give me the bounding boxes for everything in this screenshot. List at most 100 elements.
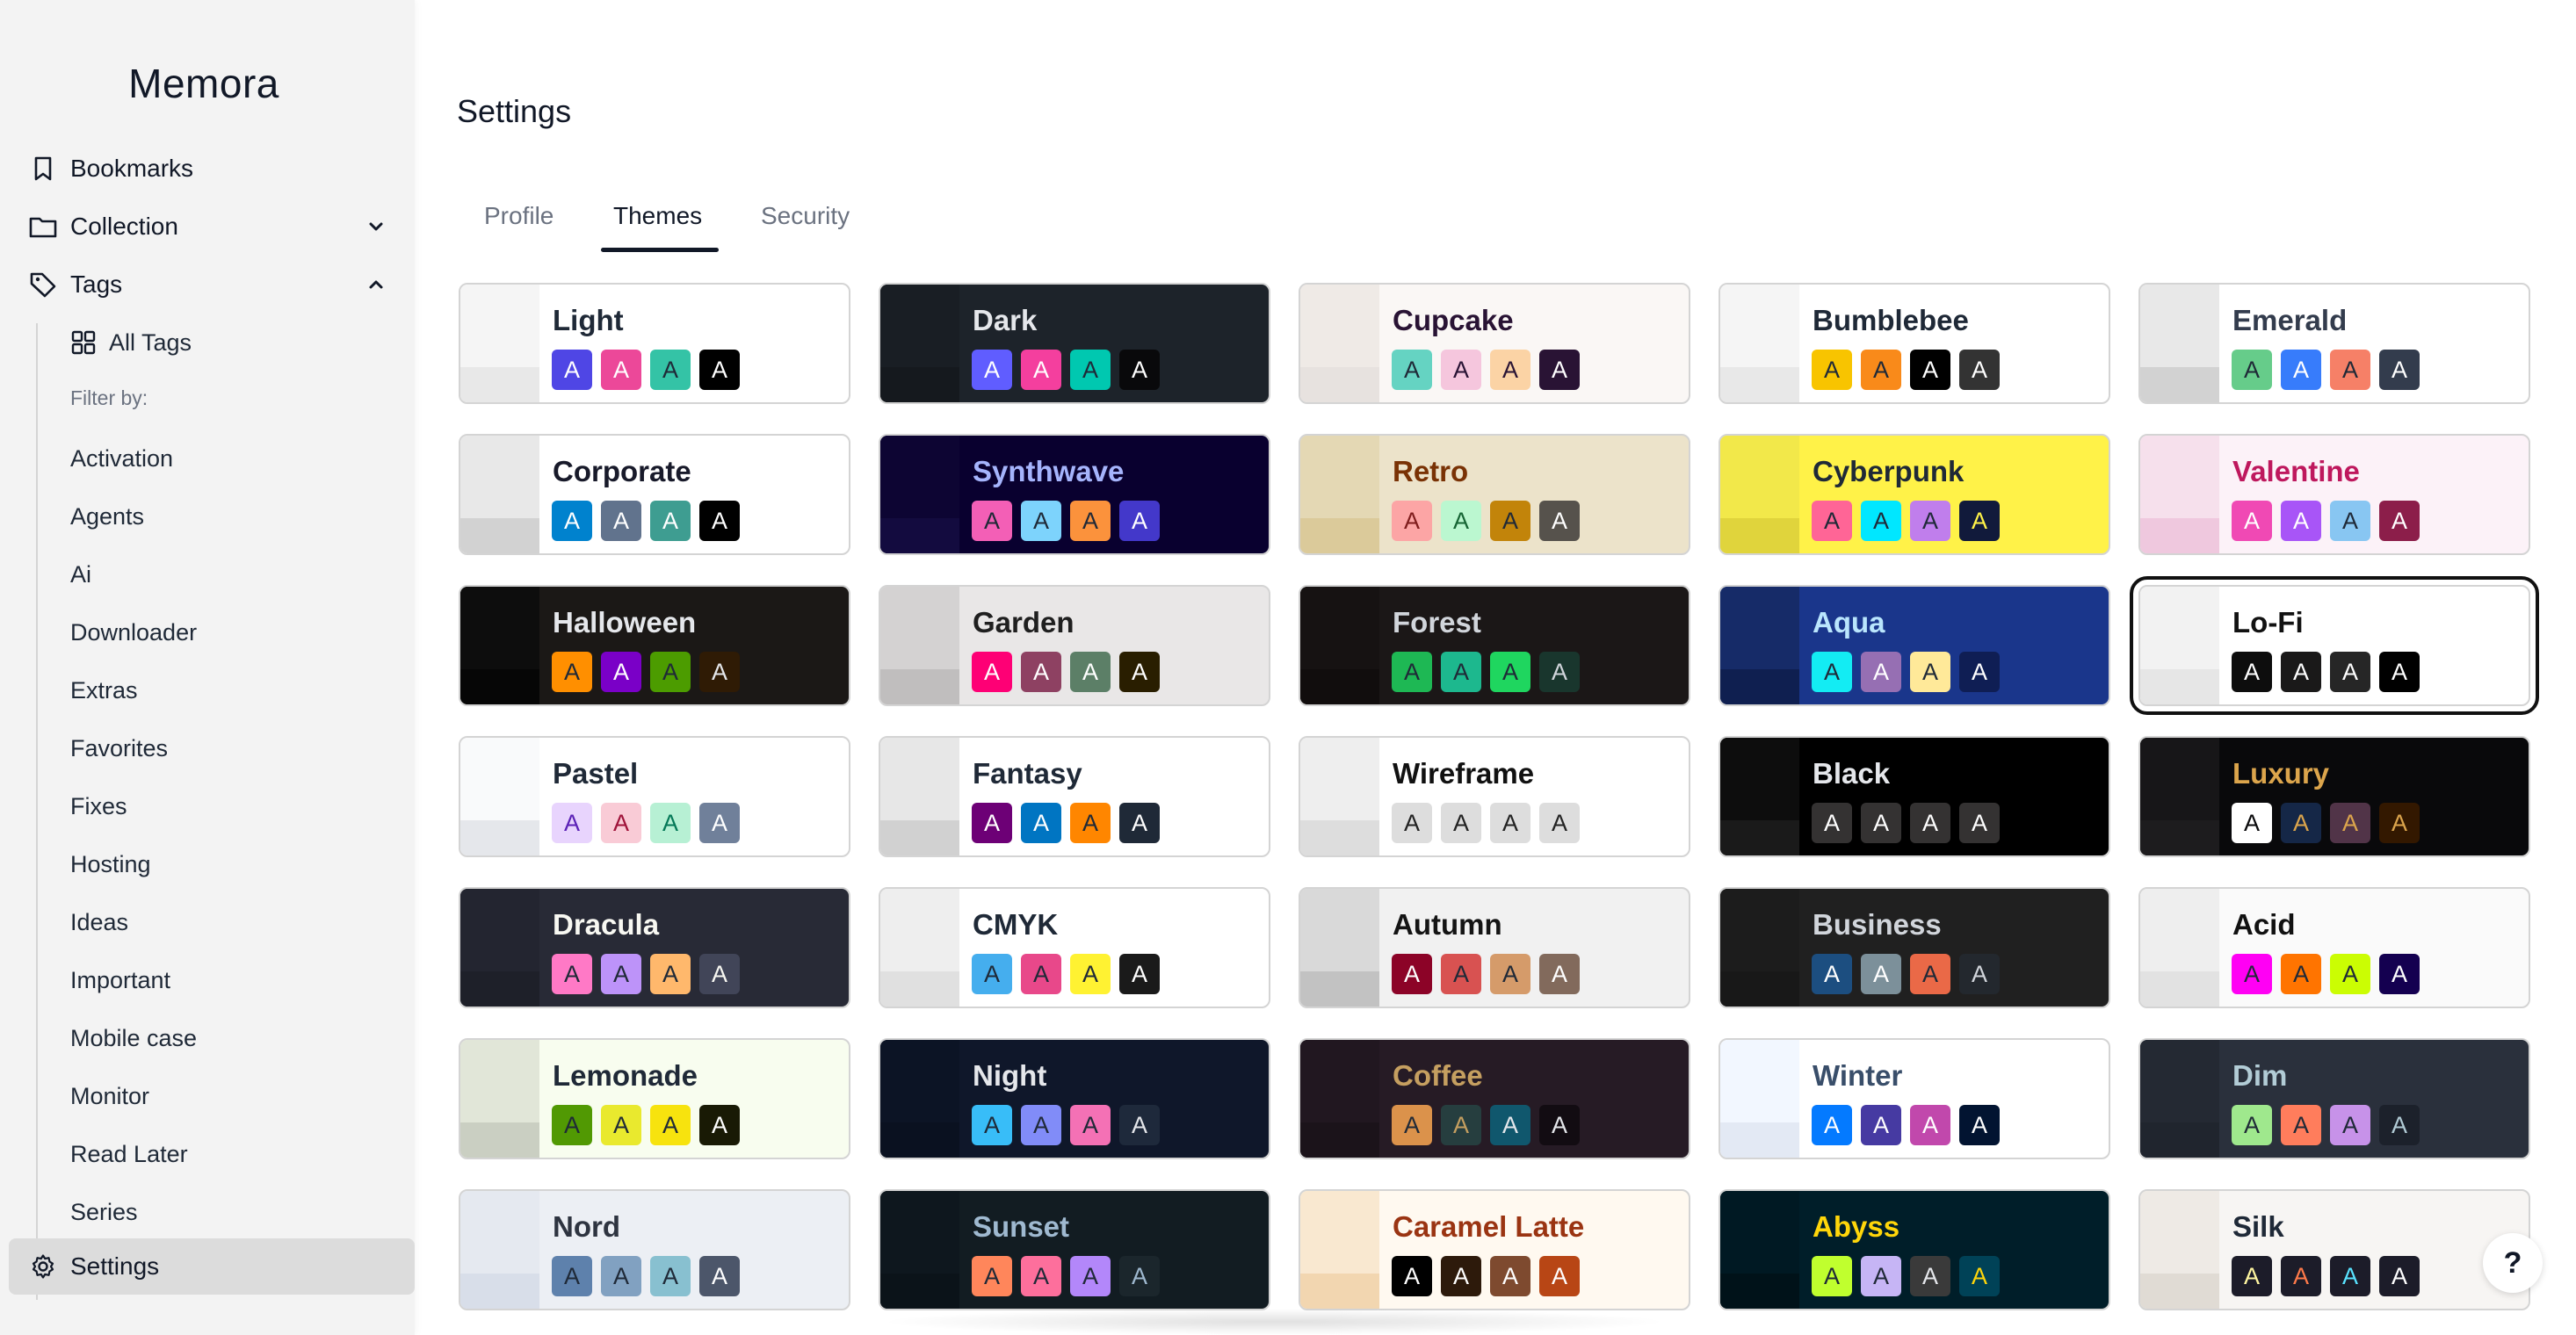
theme-card-synthwave[interactable]: Synthwave A A A A: [879, 434, 1270, 555]
tag-filter-item[interactable]: Activation: [70, 434, 173, 483]
theme-swatches: AAAA: [2232, 350, 2420, 390]
theme-color-swatch: A: [1070, 1105, 1111, 1145]
theme-preview-strip: [460, 436, 539, 553]
theme-color-swatch: A: [1490, 954, 1530, 994]
theme-card-wireframe[interactable]: Wireframe A A A A: [1299, 736, 1690, 857]
theme-card-valentine[interactable]: Valentine A A A A: [2138, 434, 2530, 555]
theme-card-lemonade[interactable]: Lemonade A A A A: [459, 1038, 850, 1159]
theme-strip-top: [880, 285, 959, 367]
tag-filter-item[interactable]: Important: [70, 956, 170, 1005]
tag-filter-item[interactable]: Agents: [70, 492, 144, 541]
theme-card-cmyk[interactable]: CMYK A A A A: [879, 887, 1270, 1008]
theme-preview-strip: [2140, 436, 2219, 553]
theme-color-swatch: A: [2379, 501, 2420, 541]
theme-card-lo-fi[interactable]: Lo-Fi A A A A: [2130, 576, 2539, 715]
tag-filter-item[interactable]: Read Later: [70, 1129, 188, 1179]
theme-color-swatch: A: [2281, 652, 2321, 692]
theme-color-swatch: A: [1441, 652, 1481, 692]
theme-strip-bottom: [880, 366, 959, 402]
theme-name: Light: [553, 304, 624, 336]
tag-filter-item[interactable]: Monitor: [70, 1072, 149, 1121]
sidebar: Memora Bookmarks Collection Tags All Tag…: [0, 0, 415, 1335]
theme-name: Night: [973, 1059, 1047, 1092]
theme-swatches: AAAA: [1812, 652, 2000, 692]
tag-filter-item[interactable]: Mobile case: [70, 1014, 197, 1063]
theme-strip-top: [1300, 1191, 1379, 1274]
theme-card-winter[interactable]: Winter A A A A: [1719, 1038, 2110, 1159]
theme-card-aqua[interactable]: Aqua A A A A: [1719, 585, 2110, 706]
theme-color-swatch: A: [1021, 803, 1061, 843]
theme-color-swatch: A: [1539, 350, 1580, 390]
theme-card-light[interactable]: Light A A A A: [459, 283, 850, 404]
theme-card-business[interactable]: Business A A A A: [1719, 887, 2110, 1008]
theme-card-cupcake[interactable]: Cupcake A A A A: [1299, 283, 1690, 404]
chevron-up-icon[interactable]: [364, 272, 388, 297]
theme-color-swatch: A: [650, 954, 691, 994]
tab-themes[interactable]: Themes: [613, 202, 702, 230]
theme-card-abyss[interactable]: Abyss A A A A: [1719, 1189, 2110, 1310]
theme-color-swatch: A: [552, 1256, 592, 1296]
theme-color-swatch: A: [1910, 954, 1950, 994]
sidebar-item-bookmarks[interactable]: Bookmarks: [9, 141, 415, 197]
chevron-down-icon[interactable]: [364, 214, 388, 239]
sidebar-item-tags[interactable]: Tags: [9, 256, 415, 313]
theme-name: Wireframe: [1393, 757, 1535, 790]
sidebar-item-collection[interactable]: Collection: [9, 198, 415, 255]
theme-card-luxury[interactable]: Luxury A A A A: [2138, 736, 2530, 857]
theme-card-cyberpunk[interactable]: Cyberpunk A A A A: [1719, 434, 2110, 555]
theme-name: Lemonade: [553, 1059, 698, 1092]
sidebar-item-settings[interactable]: Settings: [9, 1238, 415, 1295]
theme-card-halloween[interactable]: Halloween A A A A: [459, 585, 850, 706]
theme-swatches: AAAA: [1812, 803, 2000, 843]
theme-preview-strip: [460, 1191, 539, 1309]
theme-color-swatch: A: [601, 803, 641, 843]
theme-preview-strip: [1300, 1040, 1379, 1158]
theme-card-dracula[interactable]: Dracula A A A A: [459, 887, 850, 1008]
theme-card-emerald[interactable]: Emerald A A A A: [2138, 283, 2530, 404]
tab-security[interactable]: Security: [761, 202, 850, 230]
theme-card-nord[interactable]: Nord A A A A: [459, 1189, 850, 1310]
theme-card-corporate[interactable]: Corporate A A A A: [459, 434, 850, 555]
theme-card-bumblebee[interactable]: Bumblebee A A A A: [1719, 283, 2110, 404]
theme-color-swatch: A: [1070, 350, 1111, 390]
tag-filter-item[interactable]: Downloader: [70, 608, 197, 657]
theme-card-retro[interactable]: Retro A A A A: [1299, 434, 1690, 555]
tag-filter-item[interactable]: Fixes: [70, 782, 127, 831]
theme-card-silk[interactable]: Silk A A A A: [2138, 1189, 2530, 1310]
theme-card-coffee[interactable]: Coffee A A A A: [1299, 1038, 1690, 1159]
theme-color-swatch: A: [972, 803, 1012, 843]
theme-card-night[interactable]: Night A A A A: [879, 1038, 1270, 1159]
tag-filter-item[interactable]: Favorites: [70, 724, 168, 773]
theme-preview-strip: [1300, 285, 1379, 402]
theme-swatches: AAAA: [552, 652, 740, 692]
tab-profile[interactable]: Profile: [484, 202, 554, 230]
theme-preview-strip: [1300, 1191, 1379, 1309]
tag-filter-item[interactable]: Extras: [70, 666, 138, 715]
theme-card-garden[interactable]: Garden A A A A: [879, 585, 1270, 706]
theme-card-fantasy[interactable]: Fantasy A A A A: [879, 736, 1270, 857]
theme-card-sunset[interactable]: Sunset A A A A: [879, 1189, 1270, 1310]
theme-color-swatch: A: [1392, 1105, 1432, 1145]
grid-icon: [70, 329, 97, 356]
theme-card-dark[interactable]: Dark A A A A: [879, 283, 1270, 404]
theme-strip-bottom: [1300, 819, 1379, 855]
theme-strip-bottom: [1720, 971, 1799, 1007]
theme-card-dim[interactable]: Dim A A A A: [2138, 1038, 2530, 1159]
theme-swatches: AAAA: [1812, 501, 2000, 541]
theme-card-pastel[interactable]: Pastel A A A A: [459, 736, 850, 857]
tag-filter-item[interactable]: Ai: [70, 550, 91, 599]
scroll-shadow: [879, 1309, 1669, 1335]
tag-filter-item[interactable]: Hosting: [70, 840, 151, 889]
theme-color-swatch: A: [601, 954, 641, 994]
sidebar-item-all-tags[interactable]: All Tags: [70, 318, 192, 367]
theme-card-black[interactable]: Black A A A A: [1719, 736, 2110, 857]
help-button[interactable]: ?: [2483, 1233, 2543, 1293]
theme-card-autumn[interactable]: Autumn A A A A: [1299, 887, 1690, 1008]
theme-card-acid[interactable]: Acid A A A A: [2138, 887, 2530, 1008]
theme-color-swatch: A: [1490, 350, 1530, 390]
theme-card-caramel-latte[interactable]: Caramel Latte A A A A: [1299, 1189, 1690, 1310]
theme-color-swatch: A: [1959, 652, 2000, 692]
tag-filter-item[interactable]: Ideas: [70, 898, 128, 947]
theme-card-forest[interactable]: Forest A A A A: [1299, 585, 1690, 706]
tag-filter-item[interactable]: Series: [70, 1187, 138, 1237]
